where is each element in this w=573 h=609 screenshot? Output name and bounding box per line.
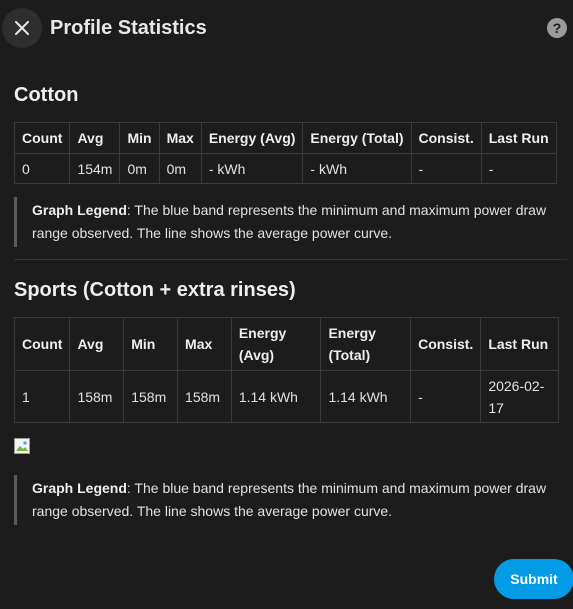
close-button[interactable]: [2, 8, 42, 48]
dialog-title: Profile Statistics: [50, 16, 207, 39]
header-consist: Consist.: [410, 122, 482, 154]
graph-legend: Graph Legend: The blue band represents t…: [14, 197, 559, 247]
graph-legend: Graph Legend: The blue band represents t…: [14, 475, 559, 525]
header-consist: Consist.: [410, 317, 482, 371]
table-header-row: Count Avg Min Max Energy (Avg) Energy (T…: [13, 317, 559, 371]
header-avg: Avg: [69, 317, 125, 371]
header-avg: Avg: [69, 122, 121, 154]
cell-consist: -: [410, 153, 482, 184]
table-header-row: Count Avg Min Max Energy (Avg) Energy (T…: [13, 122, 557, 154]
header-count: Count: [13, 317, 71, 371]
close-icon: [15, 21, 29, 35]
cell-energy-avg: 1.14 kWh: [230, 370, 322, 423]
profile-section-sports: Sports (Cotton + extra rinses) Count Avg…: [13, 278, 559, 423]
dialog-header: Profile Statistics ?: [0, 0, 573, 56]
graph-legend-section: Graph Legend: The blue band represents t…: [14, 475, 559, 525]
header-last-run: Last Run: [480, 122, 557, 154]
header-max: Max: [177, 317, 232, 371]
table-row: 0 154m 0m 0m - kWh - kWh - -: [13, 153, 557, 184]
cell-count: 0: [13, 153, 71, 184]
cell-last-run: -: [480, 153, 557, 184]
cell-energy-total: 1.14 kWh: [320, 370, 412, 423]
section-divider: [14, 259, 567, 260]
cell-last-run: 2026-02-17: [480, 370, 559, 423]
header-max: Max: [158, 122, 202, 154]
cell-max: 0m: [158, 153, 202, 184]
cell-consist: -: [410, 370, 482, 423]
profile-title: Sports (Cotton + extra rinses): [14, 279, 296, 301]
legend-label: Graph Legend: [32, 202, 127, 218]
cell-min: 158m: [123, 370, 179, 423]
header-min: Min: [119, 122, 160, 154]
cell-avg: 158m: [69, 370, 125, 423]
header-energy-total: Energy (Total): [302, 122, 412, 154]
header-last-run: Last Run: [480, 317, 559, 371]
cell-energy-avg: - kWh: [200, 153, 304, 184]
header-energy-avg: Energy (Avg): [200, 122, 304, 154]
stats-table: Count Avg Min Max Energy (Avg) Energy (T…: [13, 317, 559, 423]
broken-image-icon: [14, 438, 30, 454]
cell-avg: 154m: [69, 153, 121, 184]
help-icon: ?: [552, 20, 562, 36]
cell-count: 1: [13, 370, 71, 423]
submit-button[interactable]: Submit: [494, 559, 573, 599]
cell-energy-total: - kWh: [302, 153, 412, 184]
help-button[interactable]: ?: [547, 18, 567, 38]
cell-min: 0m: [119, 153, 160, 184]
header-energy-avg: Energy (Avg): [230, 317, 322, 371]
table-row: 1 158m 158m 158m 1.14 kWh 1.14 kWh - 202…: [13, 370, 559, 423]
legend-label: Graph Legend: [32, 480, 127, 496]
stats-table: Count Avg Min Max Energy (Avg) Energy (T…: [13, 122, 557, 184]
header-min: Min: [123, 317, 179, 371]
header-energy-total: Energy (Total): [320, 317, 412, 371]
header-count: Count: [13, 122, 71, 154]
profile-title: Cotton: [14, 84, 79, 106]
profile-section-cotton: Cotton Count Avg Min Max Energy (Avg) En…: [13, 83, 559, 247]
cell-max: 158m: [177, 370, 232, 423]
